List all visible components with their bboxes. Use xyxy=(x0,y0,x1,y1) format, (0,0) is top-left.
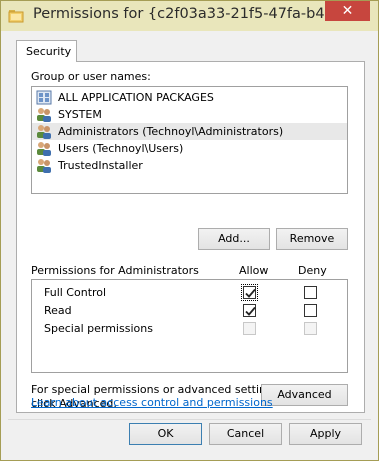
packages-icon xyxy=(36,90,52,105)
list-item[interactable]: TrustedInstaller xyxy=(32,157,347,174)
users-icon xyxy=(37,108,51,122)
full-control-allow-checkbox[interactable] xyxy=(241,284,258,301)
add-button[interactable]: Add... xyxy=(198,228,270,250)
deny-header: Deny xyxy=(298,264,327,277)
ok-button[interactable]: OK xyxy=(129,423,202,445)
advanced-hint-line1: For special permissions or advanced sett… xyxy=(31,383,283,396)
permission-row: Full Control xyxy=(32,284,347,302)
cancel-button[interactable]: Cancel xyxy=(209,423,282,445)
window-title: Permissions for {c2f03a33-21f5-47fa-b4bb… xyxy=(33,6,372,22)
group-user-list[interactable]: ALL APPLICATION PACKAGES SYSTEM Administ… xyxy=(31,86,348,194)
list-item[interactable]: Users (Technoyl\Users) xyxy=(32,140,347,157)
special-allow-checkbox xyxy=(243,322,256,335)
title-bar[interactable]: Permissions for {c2f03a33-21f5-47fa-b4bb… xyxy=(1,1,378,31)
advanced-button[interactable]: Advanced xyxy=(261,384,348,406)
permission-row: Special permissions xyxy=(32,320,347,338)
list-item-label: Administrators (Technoyl\Administrators) xyxy=(58,125,284,138)
list-item-label: TrustedInstaller xyxy=(58,159,143,172)
users-icon xyxy=(37,142,51,156)
list-item-label: ALL APPLICATION PACKAGES xyxy=(58,91,214,104)
permissions-list: Full Control Read Special permissions xyxy=(31,279,348,373)
permission-row: Read xyxy=(32,302,347,320)
list-item[interactable]: ALL APPLICATION PACKAGES xyxy=(32,89,347,106)
users-icon xyxy=(37,159,51,173)
permissions-dialog: Permissions for {c2f03a33-21f5-47fa-b4bb… xyxy=(0,0,379,461)
full-control-deny-checkbox[interactable] xyxy=(304,286,317,299)
read-allow-checkbox[interactable] xyxy=(243,304,256,317)
dialog-body: Security Group or user names: ALL APPLIC… xyxy=(8,31,371,455)
users-icon xyxy=(37,125,51,139)
tab-security[interactable]: Security xyxy=(16,40,77,62)
group-names-label: Group or user names: xyxy=(31,70,151,83)
apply-button[interactable]: Apply xyxy=(289,423,362,445)
allow-header: Allow xyxy=(239,264,269,277)
remove-button[interactable]: Remove xyxy=(276,228,348,250)
list-item-label: SYSTEM xyxy=(58,108,102,121)
read-deny-checkbox[interactable] xyxy=(304,304,317,317)
checkmark-icon xyxy=(245,288,256,298)
footer-divider xyxy=(8,419,371,420)
permissions-for-label: Permissions for Administrators xyxy=(31,264,199,277)
list-item[interactable]: Administrators (Technoyl\Administrators) xyxy=(32,123,347,140)
permission-name: Full Control xyxy=(44,286,107,299)
checkmark-icon xyxy=(245,306,256,316)
folder-icon xyxy=(8,10,24,23)
special-deny-checkbox xyxy=(304,322,317,335)
close-icon: ✕ xyxy=(341,3,354,19)
list-item[interactable]: SYSTEM xyxy=(32,106,347,123)
close-button[interactable]: ✕ xyxy=(325,1,370,21)
permission-name: Special permissions xyxy=(44,322,153,335)
list-item-label: Users (Technoyl\Users) xyxy=(58,142,184,155)
access-control-help-link[interactable]: Learn about access control and permissio… xyxy=(31,396,273,409)
security-tab-panel: Group or user names: ALL APPLICATION PAC… xyxy=(16,61,365,413)
permission-name: Read xyxy=(44,304,72,317)
